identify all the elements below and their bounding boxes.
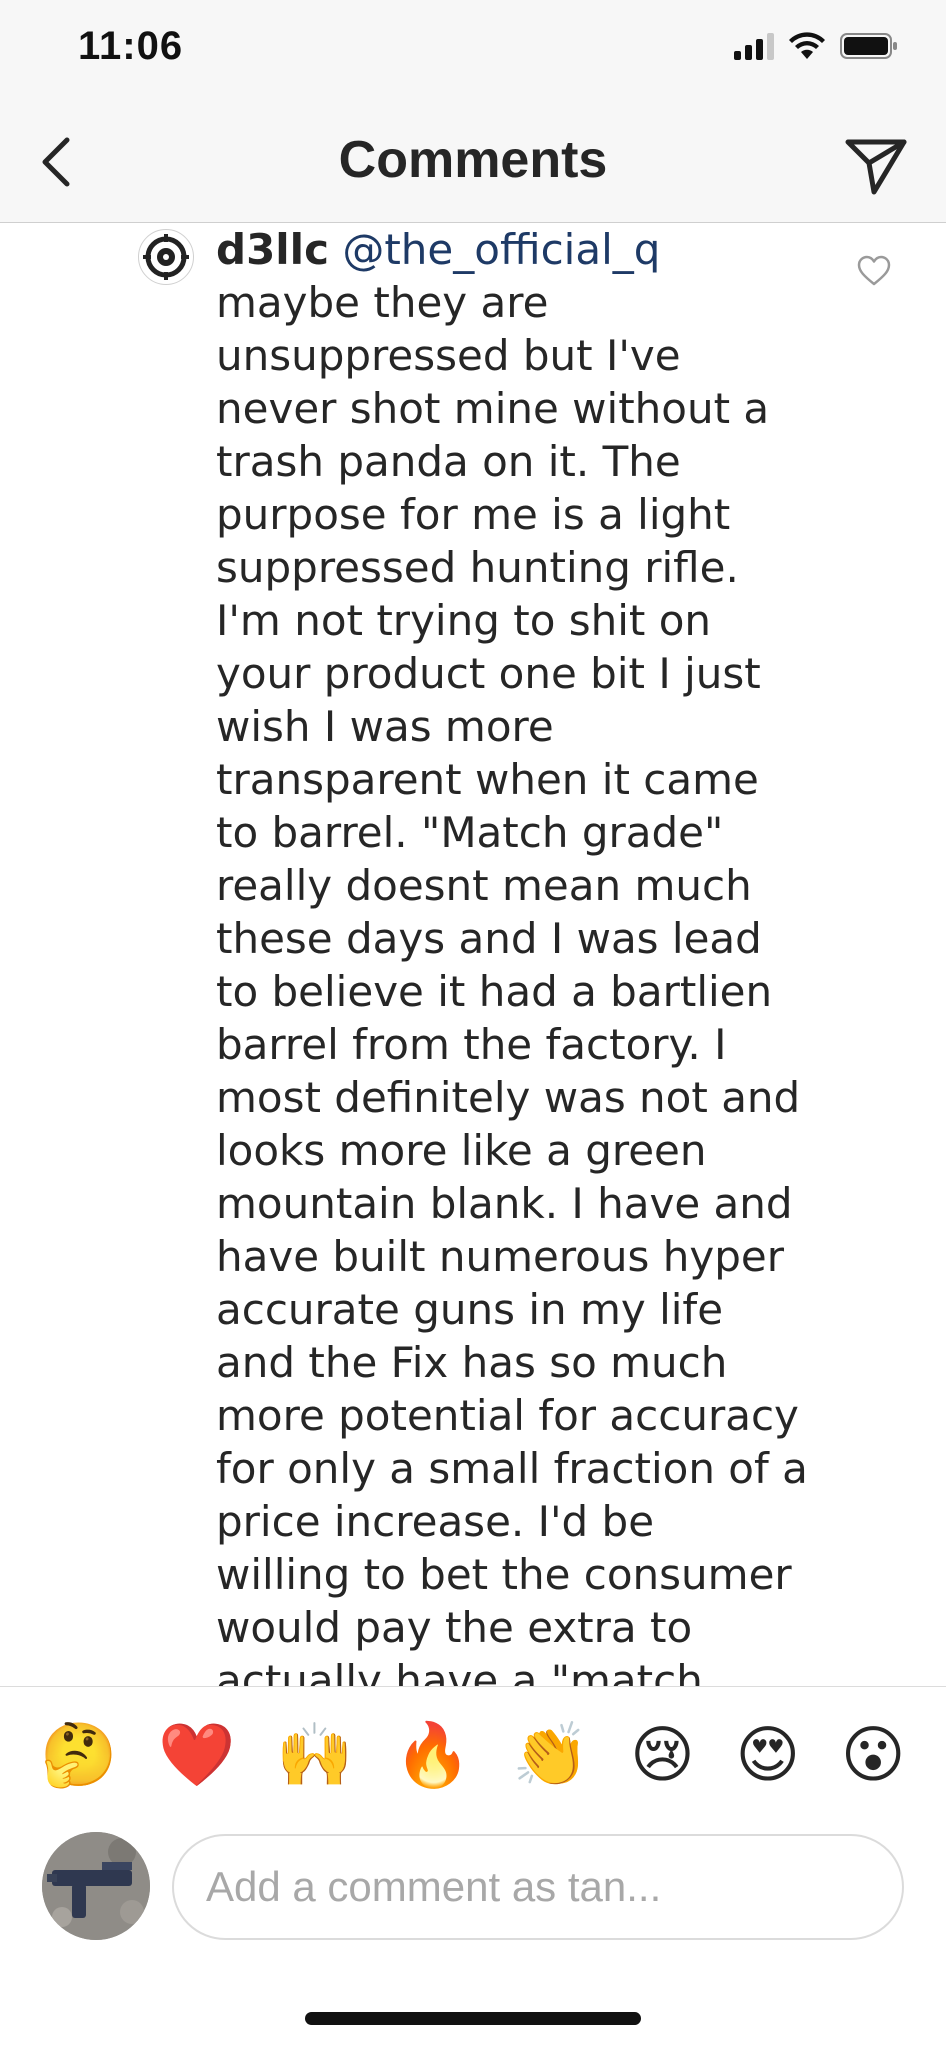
target-logo-icon (143, 234, 189, 280)
comment-list[interactable]: d3llc @the_official_q maybe they are uns… (0, 223, 946, 1686)
comment-mention[interactable]: @the_official_q (342, 225, 660, 274)
commenter-avatar[interactable] (138, 229, 194, 285)
comment-input[interactable] (172, 1834, 904, 1940)
home-indicator[interactable] (305, 2012, 641, 2025)
status-bar: 11:06 (0, 0, 946, 100)
clapping-hands-emoji[interactable]: 👏 (512, 1724, 589, 1787)
status-time: 11:06 (78, 24, 184, 68)
page-title: Comments (338, 131, 608, 189)
user-avatar (42, 1832, 150, 1940)
comment-text: maybe they are unsuppressed but I've nev… (216, 278, 808, 1686)
battery-icon (840, 33, 897, 59)
fire-emoji[interactable]: 🔥 (394, 1724, 471, 1787)
paper-plane-icon (845, 139, 907, 195)
wifi-icon (789, 32, 825, 59)
emoji-bar: 🤔 ❤️ 🙌 🔥 👏 😢 😍 😮 (0, 1686, 946, 1824)
like-button[interactable] (856, 253, 892, 289)
rifle-photo-icon (42, 1832, 150, 1940)
send-button[interactable] (844, 134, 908, 198)
raising-hands-emoji[interactable]: 🙌 (276, 1724, 353, 1787)
heart-eyes-emoji[interactable]: 😍 (736, 1724, 801, 1787)
red-heart-emoji[interactable]: ❤️ (158, 1724, 235, 1787)
thinking-face-emoji[interactable]: 🤔 (40, 1724, 117, 1787)
crying-face-emoji[interactable]: 😢 (630, 1724, 695, 1787)
comment-composer (0, 1830, 946, 1950)
cellular-signal-icon (734, 32, 774, 60)
surprised-face-emoji[interactable]: 😮 (841, 1724, 906, 1787)
comment-username[interactable]: d3llc (216, 225, 329, 274)
heart-outline-icon (857, 255, 891, 286)
status-icons (734, 32, 898, 60)
nav-bar: Comments (0, 100, 946, 223)
comment-body: d3llc @the_official_q maybe they are uns… (216, 223, 816, 1686)
